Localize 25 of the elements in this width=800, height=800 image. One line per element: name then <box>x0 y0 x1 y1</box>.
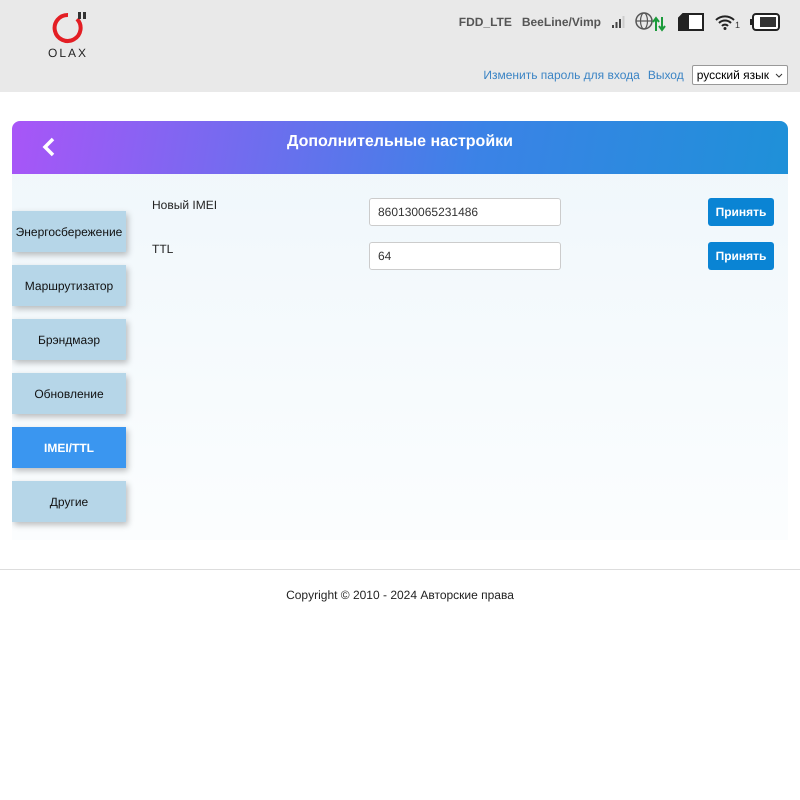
panel-title: Дополнительные настройки <box>287 132 513 150</box>
wifi-client-count: 1 <box>734 20 740 30</box>
copyright-text: Copyright © 2010 - 2024 Авторские права <box>286 588 514 602</box>
menu-item[interactable]: Энергосбережение <box>12 211 126 252</box>
operator-name: BeeLine/Vimp <box>522 15 601 29</box>
input-field[interactable]: 860130065231486 <box>369 198 561 226</box>
menu-item[interactable]: Обновление <box>12 373 126 414</box>
input-field[interactable]: 64 <box>369 242 561 270</box>
menu-item[interactable]: Брэндмаэр <box>12 319 126 360</box>
signal-icon <box>610 15 625 29</box>
apply-button[interactable]: Принять <box>708 242 774 270</box>
sim-card-icon <box>676 13 705 31</box>
field-label: TTL <box>152 242 174 256</box>
battery-icon <box>750 13 780 31</box>
apply-button[interactable]: Принять <box>708 198 774 226</box>
wifi-icon <box>714 14 735 30</box>
language-select[interactable]: русский язык <box>692 65 788 85</box>
logo-text: OLAX <box>48 46 88 60</box>
chevron-icon <box>775 72 783 78</box>
network-type: FDD_LTE <box>458 15 512 29</box>
field-label: Новый IMEI <box>152 198 218 212</box>
back-icon[interactable] <box>42 137 56 157</box>
globe-data-icon <box>634 12 667 32</box>
menu-item[interactable]: Другие <box>12 481 126 522</box>
menu-item[interactable]: Маршрутизатор <box>12 265 126 306</box>
